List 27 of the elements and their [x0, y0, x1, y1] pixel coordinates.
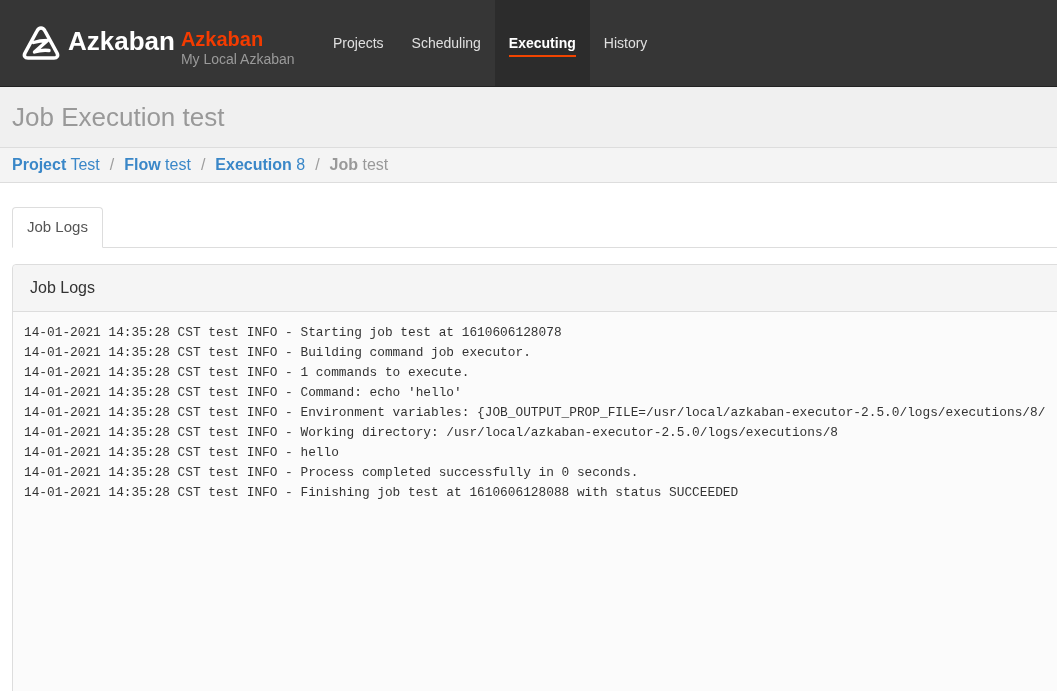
log-line: 14-01-2021 14:35:28 CST test INFO - Command: echo 'hello' [24, 384, 462, 402]
log-line: 14-01-2021 14:35:28 CST test INFO - Finishing job test at 1610606128088 with status SUCCEEDED [24, 484, 739, 502]
brand-name: Azkaban [68, 28, 175, 54]
log-line: 14-01-2021 14:35:28 CST test INFO - Working directory: /usr/local/azkaban-executor-2.5.0/logs/executions/8 [24, 424, 838, 442]
log-line: 14-01-2021 14:35:28 CST test INFO - Process completed successfully in 0 seconds. [24, 464, 639, 482]
log-line: 14-01-2021 14:35:28 CST test INFO - Building command job executor. [24, 344, 531, 362]
log-line: 14-01-2021 14:35:28 CST test INFO - 1 commands to execute. [24, 364, 470, 382]
instance-subtitle: My Local Azkaban [180, 50, 295, 68]
breadcrumb-link[interactable]: Flow test [124, 153, 191, 177]
instance-name: Azkaban [180, 28, 265, 50]
nav-link[interactable]: Projects [319, 0, 398, 86]
logo-icon [22, 25, 60, 61]
nav-link[interactable]: Scheduling [397, 0, 495, 86]
nav-link[interactable]: Executing [494, 0, 590, 86]
log-line: 14-01-2021 14:35:28 CST test INFO - Starting job test at 1610606128078 [24, 324, 562, 342]
breadcrumb-link[interactable]: Execution 8 [215, 153, 306, 177]
panel-title: Job Logs [30, 278, 95, 298]
page-title: Job Execution test [12, 104, 225, 130]
breadcrumb-link[interactable]: Project Test [12, 153, 100, 177]
breadcrumb-separator: / [109, 155, 115, 175]
breadcrumb-separator: / [315, 155, 320, 175]
current-page-label: Job test [329, 155, 389, 175]
tab[interactable]: Job Logs [12, 207, 103, 248]
log-line: 14-01-2021 14:35:28 CST test INFO - Environment variables: {JOB_OUTPUT_PROP_FILE=/usr/local/azkaban-executor-2.5.0/logs/executions/8/ [24, 404, 1046, 422]
log-line: 14-01-2021 14:35:28 CST test INFO - hello [24, 444, 339, 462]
nav-link[interactable]: History [589, 0, 662, 86]
breadcrumb-separator: / [200, 155, 206, 175]
